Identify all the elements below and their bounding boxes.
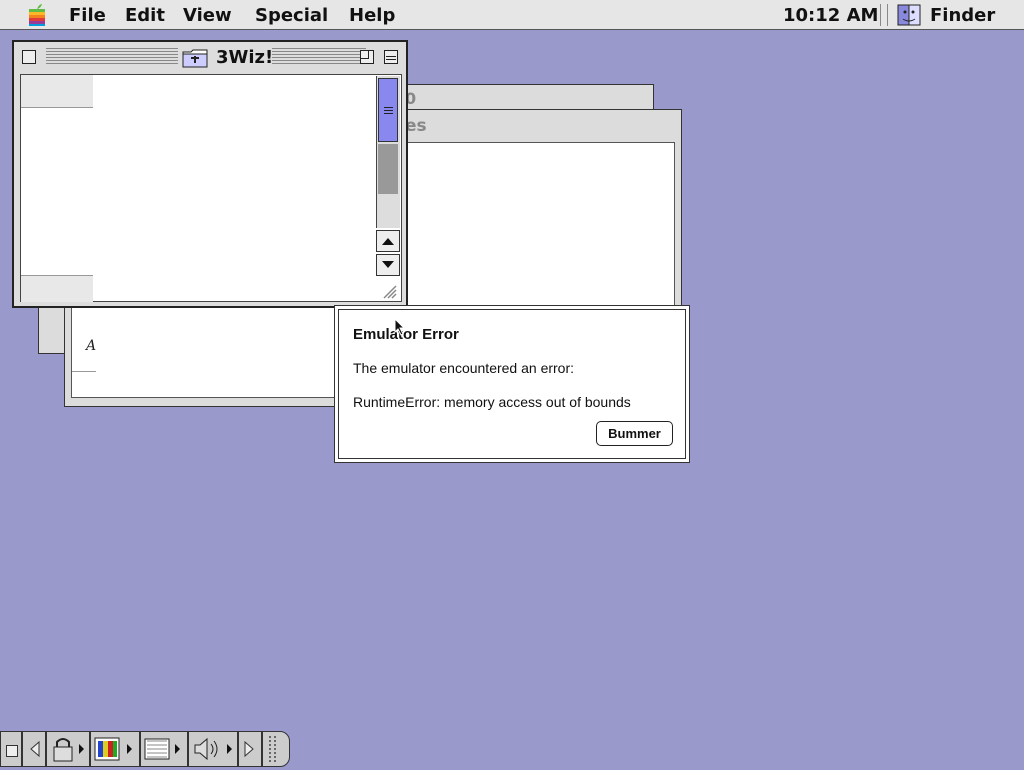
title-bar-stripes-right bbox=[272, 48, 366, 64]
close-box[interactable] bbox=[22, 50, 36, 64]
menu-help[interactable]: Help bbox=[349, 5, 395, 26]
control-strip-scroll-left[interactable] bbox=[22, 731, 46, 767]
resolution-icon bbox=[144, 738, 180, 760]
color-depth-icon bbox=[94, 737, 132, 761]
list-header-strip bbox=[21, 75, 93, 108]
menu-view[interactable]: View bbox=[183, 5, 232, 26]
arrow-right-icon bbox=[244, 740, 254, 758]
folder-icon bbox=[182, 49, 208, 68]
scroll-down-button[interactable] bbox=[376, 254, 400, 276]
control-strip-security[interactable] bbox=[46, 731, 90, 767]
apple-menu-icon[interactable] bbox=[26, 3, 48, 27]
speaker-icon bbox=[194, 737, 232, 761]
collapse-box[interactable] bbox=[384, 50, 398, 64]
vertical-scrollbar[interactable] bbox=[376, 76, 400, 228]
dialog-message: The emulator encountered an error: bbox=[353, 360, 575, 376]
window-title-bar[interactable]: 3Wiz! bbox=[14, 42, 406, 72]
mouse-cursor-icon bbox=[394, 318, 406, 336]
menu-bar: File Edit View Special Help 10:12 AM Fin… bbox=[0, 0, 1024, 30]
scroll-up-button[interactable] bbox=[376, 230, 400, 252]
menu-file[interactable]: File bbox=[69, 5, 106, 26]
resize-grip-icon[interactable] bbox=[376, 280, 400, 302]
finder-face-icon[interactable] bbox=[897, 4, 921, 26]
control-strip-tab-handle[interactable] bbox=[262, 731, 290, 767]
padlock-icon bbox=[53, 738, 84, 762]
control-strip-scroll-right[interactable] bbox=[238, 731, 262, 767]
menu-separator bbox=[880, 4, 888, 26]
background-window-content-fragment: A bbox=[86, 338, 97, 354]
front-window-3wiz[interactable]: 3Wiz! bbox=[12, 40, 408, 308]
error-dialog-frame: Emulator Error The emulator encountered … bbox=[338, 309, 686, 459]
error-dialog: Emulator Error The emulator encountered … bbox=[334, 305, 690, 463]
control-strip-left-handle[interactable] bbox=[0, 731, 22, 767]
menu-clock[interactable]: 10:12 AM bbox=[783, 5, 878, 26]
control-strip-monitor-resolution[interactable] bbox=[140, 731, 188, 767]
arrow-down-icon bbox=[382, 261, 394, 268]
arrow-left-icon bbox=[30, 740, 40, 758]
control-strip-monitor-bit-depth[interactable] bbox=[90, 731, 140, 767]
scroll-thumb[interactable] bbox=[378, 78, 398, 142]
scroll-track[interactable] bbox=[378, 144, 398, 194]
control-strip-sound-volume[interactable] bbox=[188, 731, 238, 767]
title-bar-stripes-left bbox=[46, 48, 178, 64]
menu-special[interactable]: Special bbox=[255, 5, 328, 26]
menu-edit[interactable]: Edit bbox=[125, 5, 165, 26]
background-window-title-fragment-2: es bbox=[405, 116, 427, 136]
application-menu-label[interactable]: Finder bbox=[930, 5, 995, 26]
list-footer-strip bbox=[21, 275, 93, 302]
bummer-button[interactable]: Bummer bbox=[596, 421, 673, 446]
control-strip bbox=[0, 731, 292, 767]
zoom-box[interactable] bbox=[360, 50, 374, 64]
window-content-area[interactable] bbox=[20, 74, 402, 302]
background-window-divider bbox=[72, 371, 96, 372]
arrow-up-icon bbox=[382, 238, 394, 245]
window-title: 3Wiz! bbox=[212, 47, 278, 68]
dialog-error-detail: RuntimeError: memory access out of bound… bbox=[353, 394, 631, 410]
